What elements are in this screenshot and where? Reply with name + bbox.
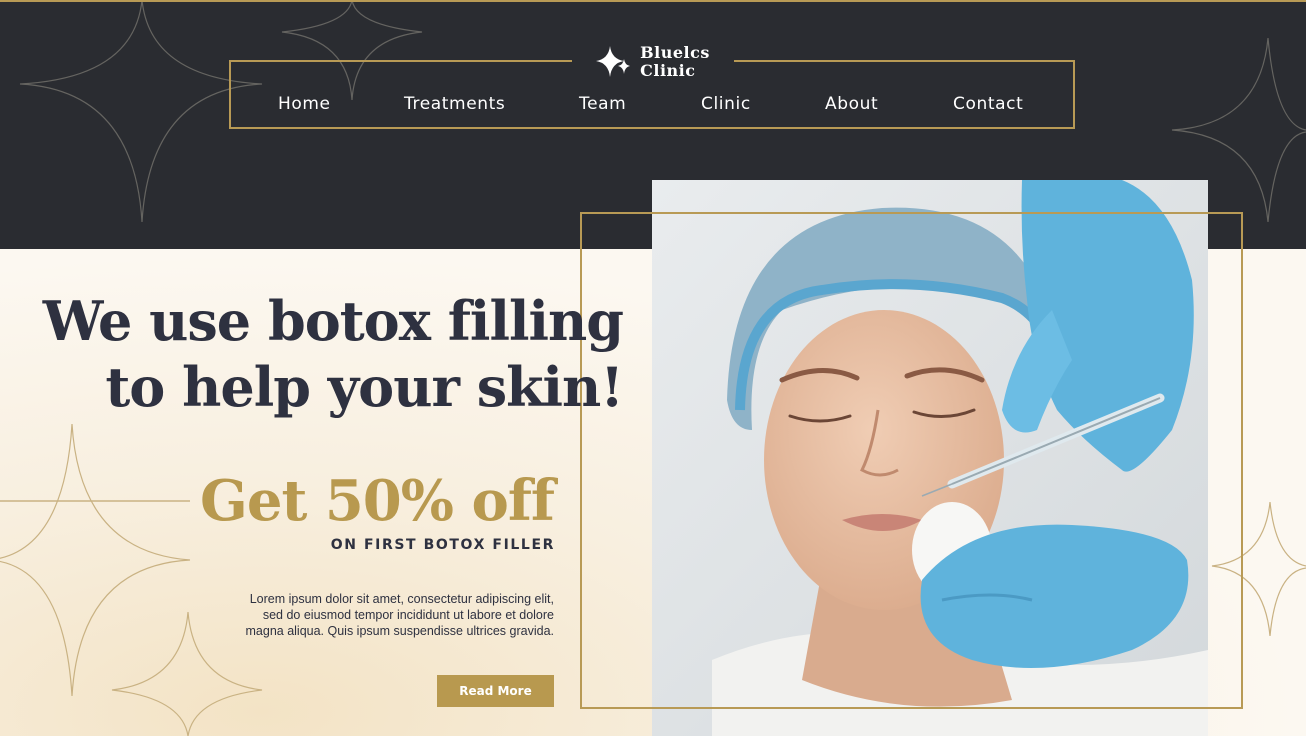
nav-team[interactable]: Team bbox=[579, 94, 626, 114]
hero-headline-line2: to help your skin! bbox=[105, 355, 624, 419]
nav-treatments[interactable]: Treatments bbox=[404, 94, 505, 114]
nav-contact[interactable]: Contact bbox=[953, 94, 1023, 114]
read-more-button[interactable]: Read More bbox=[437, 675, 554, 707]
nav-clinic[interactable]: Clinic bbox=[701, 94, 751, 114]
hero-photo bbox=[652, 180, 1208, 736]
offer-subtitle: ON FIRST BOTOX FILLER bbox=[330, 537, 555, 553]
offer-title: Get 50% off bbox=[200, 468, 555, 534]
hero-headline: We use botox filling to help your skin! bbox=[42, 288, 624, 420]
brand-name-line1: Bluelcs bbox=[640, 43, 710, 62]
hero-headline-line1: We use botox filling bbox=[42, 289, 624, 353]
hero-description: Lorem ipsum dolor sit amet, consectetur … bbox=[174, 591, 555, 639]
nav-about[interactable]: About bbox=[825, 94, 878, 114]
treatment-illustration bbox=[652, 180, 1208, 736]
sparkle-logo-icon bbox=[596, 46, 631, 77]
hero-description-line1: Lorem ipsum dolor sit amet, consectetur … bbox=[249, 592, 554, 606]
brand-name: Bluelcs Clinic bbox=[640, 44, 710, 80]
nav-home[interactable]: Home bbox=[278, 94, 331, 114]
hero-description-line2: sed do eiusmod tempor incididunt ut labo… bbox=[262, 608, 554, 622]
brand-logo[interactable]: Bluelcs Clinic bbox=[572, 40, 734, 84]
brand-name-line2: Clinic bbox=[640, 61, 696, 80]
hero-description-line3: magna aliqua. Quis ipsum suspendisse ult… bbox=[245, 624, 555, 638]
